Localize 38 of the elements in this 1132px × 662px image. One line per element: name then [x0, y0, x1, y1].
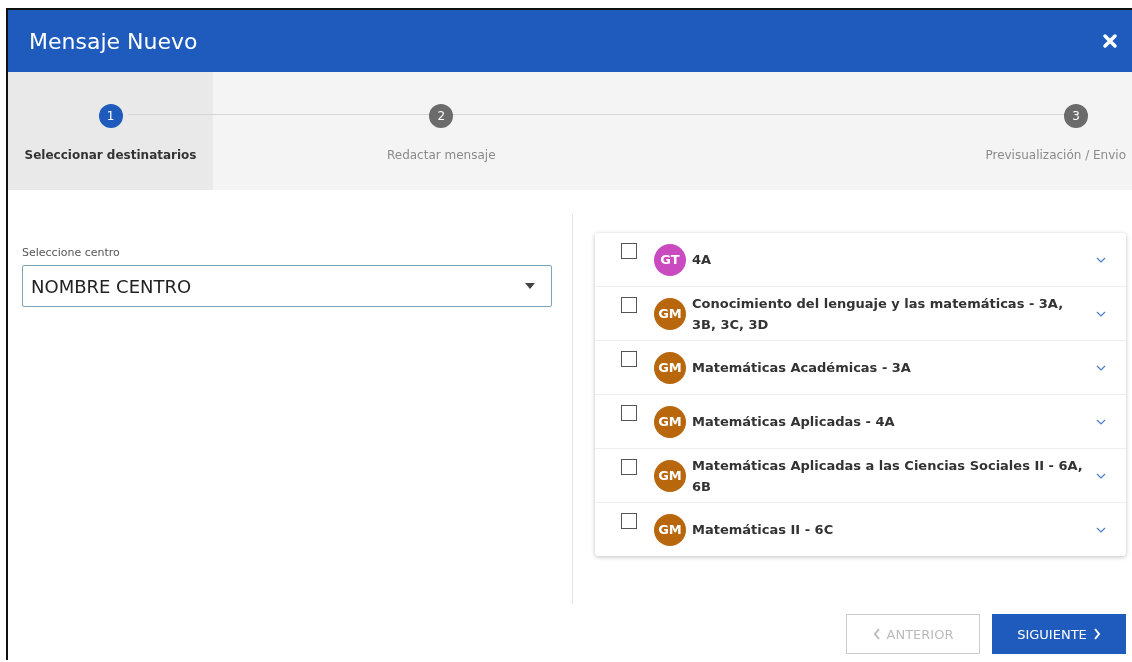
- group-badge: GM: [654, 513, 686, 546]
- checkbox[interactable]: [621, 243, 637, 259]
- step-number: 3: [1064, 104, 1088, 128]
- checkbox[interactable]: [621, 297, 637, 313]
- chevron-down-icon[interactable]: [1096, 526, 1106, 533]
- caret-icon: [525, 283, 535, 289]
- group-badge: GM: [654, 405, 686, 438]
- close-icon[interactable]: [1102, 33, 1118, 49]
- chevron-left-icon: [872, 628, 881, 640]
- group-name: Matemáticas Aplicadas - 4A: [692, 413, 896, 431]
- next-button[interactable]: SIGUIENTE: [992, 614, 1126, 654]
- group-badge: GT: [654, 243, 686, 276]
- checkbox[interactable]: [621, 459, 637, 475]
- chevron-down-icon[interactable]: [1096, 418, 1106, 425]
- checkbox[interactable]: [621, 513, 637, 529]
- group-name: Matemáticas Aplicadas a las Ciencias Sociales II - 6A, 6B: [692, 456, 1084, 496]
- chevron-right-icon: [1092, 628, 1101, 640]
- checkbox[interactable]: [621, 351, 637, 367]
- step-label[interactable]: Redactar mensaje: [386, 148, 496, 162]
- step-label[interactable]: Seleccionar destinatarios: [24, 148, 197, 162]
- window-title: Mensaje Nuevo: [29, 28, 198, 54]
- centre-dropdown[interactable]: NOMBRE CENTRO: [22, 265, 552, 307]
- step-number: 2: [429, 104, 454, 128]
- chevron-down-icon[interactable]: [1096, 472, 1106, 479]
- group-name: Matemáticas Académicas - 3A: [692, 359, 912, 377]
- chevron-down-icon[interactable]: [1096, 364, 1106, 371]
- group-badge: GM: [654, 459, 686, 492]
- group-name: 4A: [692, 251, 713, 269]
- chevron-down-icon[interactable]: [1096, 310, 1106, 317]
- chevron-down-icon[interactable]: [1096, 256, 1106, 263]
- step-number: 1: [98, 104, 123, 128]
- checkbox[interactable]: [621, 405, 637, 421]
- group-badge: GM: [654, 297, 686, 330]
- step-label[interactable]: Previsualización / Envio: [985, 148, 1126, 162]
- group-badge: GM: [654, 351, 686, 384]
- field-label: Seleccione centro: [22, 246, 121, 259]
- group-name: Matemáticas II - 6C: [692, 521, 835, 539]
- group-name: Conocimiento del lenguaje y las matemáticas - 3A, 3B, 3C, 3D: [692, 294, 1065, 334]
